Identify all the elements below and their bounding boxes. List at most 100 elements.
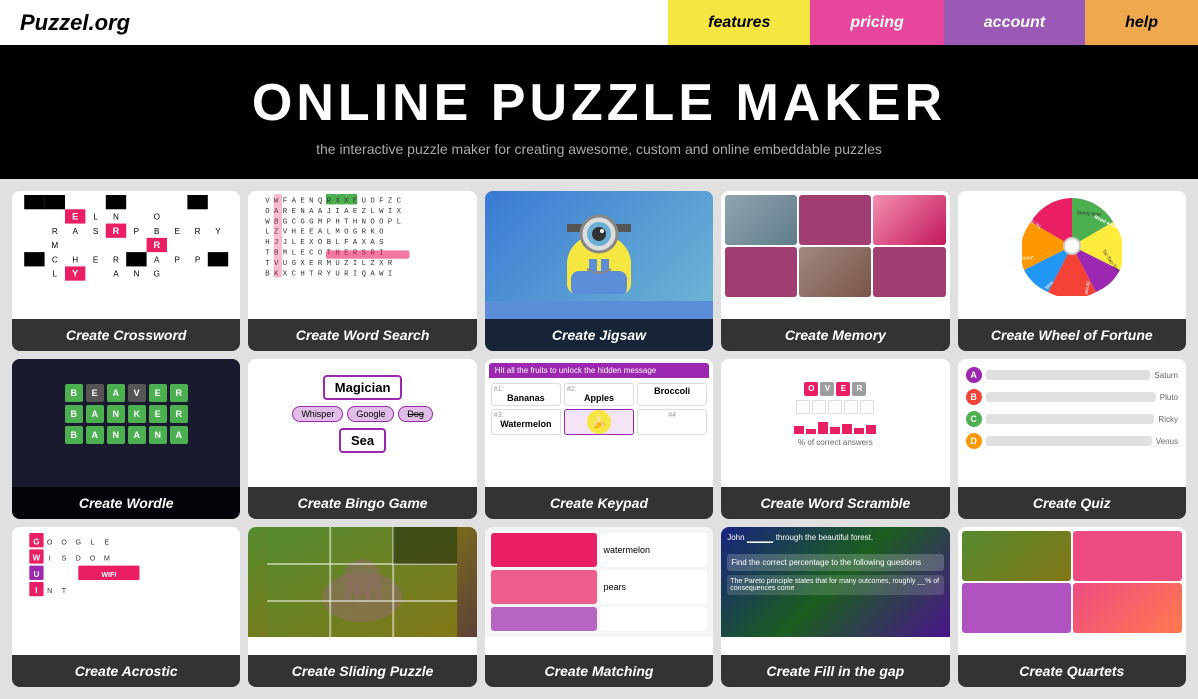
svg-text:R: R xyxy=(113,255,119,264)
puzzle-card-sliding[interactable]: Create Sliding Puzzle xyxy=(248,527,476,687)
svg-text:O: O xyxy=(90,555,96,563)
svg-text:O: O xyxy=(154,212,160,221)
svg-text:B: B xyxy=(154,227,160,236)
puzzle-card-keypad[interactable]: Hit all the fruits to unlock the hidden … xyxy=(485,359,713,519)
svg-text:S: S xyxy=(93,227,99,236)
svg-text:Unload dish: Unload dish xyxy=(1022,254,1034,262)
svg-text:G: G xyxy=(75,538,81,546)
sliding-preview xyxy=(248,527,476,637)
svg-text:WIFI: WIFI xyxy=(101,571,116,579)
quartets-preview xyxy=(958,527,1186,637)
hero-title: ONLINE PUZZLE MAKER xyxy=(20,73,1178,133)
svg-text:M: M xyxy=(51,241,58,250)
svg-text:R: R xyxy=(153,240,160,250)
quiz-label: Create Quiz xyxy=(958,487,1186,519)
svg-text:T V U G X E R M U Z I L Z X R: T V U G X E R M U Z I L Z X R xyxy=(265,260,393,268)
svg-text:N: N xyxy=(113,212,119,221)
svg-text:Y: Y xyxy=(215,227,221,236)
puzzle-card-matching[interactable]: watermelon pears Create Matching xyxy=(485,527,713,687)
svg-text:G: G xyxy=(154,270,160,279)
svg-text:A: A xyxy=(72,227,78,236)
quartets-label: Create Quartets xyxy=(958,655,1186,687)
puzzle-card-bingo[interactable]: Magician Whisper Google Dog Sea Create B… xyxy=(248,359,476,519)
svg-text:R: R xyxy=(52,227,58,236)
logo: Puzzel.org xyxy=(0,10,180,36)
svg-text:O A R E N A A J I A E Z L W I: O A R E N A A J I A E Z L W I X xyxy=(265,208,401,216)
svg-text:H J J L E X O B L F A X A S: H J J L E X O B L F A X A S xyxy=(265,239,384,247)
puzzle-card-wordsearch[interactable]: V W F A E N Q R X X E U O F Z C O A R E … xyxy=(248,191,476,351)
svg-text:R: R xyxy=(113,226,120,236)
hero-banner: ONLINE PUZZLE MAKER the interactive puzz… xyxy=(0,45,1198,179)
svg-text:D: D xyxy=(76,555,81,563)
svg-text:H: H xyxy=(72,255,78,264)
fillgap-label: Create Fill in the gap xyxy=(721,655,949,687)
svg-text:S: S xyxy=(62,555,67,563)
svg-text:E: E xyxy=(72,211,78,221)
svg-text:M: M xyxy=(104,555,110,563)
memory-preview xyxy=(721,191,949,301)
nav-help[interactable]: help xyxy=(1085,0,1198,45)
crossword-preview: E R R Y L N O R A S P B E R Y M C H E R xyxy=(12,191,240,301)
nav-bar: features pricing account help xyxy=(668,0,1198,45)
wordscramble-label: Create Word Scramble xyxy=(721,487,949,519)
nav-features[interactable]: features xyxy=(668,0,810,45)
puzzle-card-wordscramble[interactable]: O V E R % of xyxy=(721,359,949,519)
scramble-preview: O V E R % of xyxy=(721,359,949,469)
wheeloffortune-label: Create Wheel of Fortune xyxy=(958,319,1186,351)
acrostic-label: Create Acrostic xyxy=(12,655,240,687)
puzzle-card-acrostic[interactable]: G O O G L E W I S D O M U WIFI I xyxy=(12,527,240,687)
svg-text:O: O xyxy=(47,538,53,546)
puzzle-card-jigsaw[interactable]: Create Jigsaw xyxy=(485,191,713,351)
svg-text:L: L xyxy=(93,212,98,221)
svg-text:C: C xyxy=(52,255,58,264)
wheel-preview: Read a book family time Tic-Tac-Toe dinn… xyxy=(958,191,1186,301)
puzzle-card-crossword[interactable]: E R R Y L N O R A S P B E R Y M C H E R xyxy=(12,191,240,351)
acrostic-preview: G O O G L E W I S D O M U WIFI I xyxy=(12,527,240,637)
svg-text:A: A xyxy=(113,270,119,279)
wordle-label: Create Wordle xyxy=(12,487,240,519)
matching-preview: watermelon pears xyxy=(485,527,713,637)
wordle-preview: B E A V E R B A N K E R B A N A xyxy=(12,359,240,469)
svg-text:U: U xyxy=(33,570,39,579)
svg-text:E: E xyxy=(174,227,180,236)
puzzle-grid: E R R Y L N O R A S P B E R Y M C H E R xyxy=(0,179,1198,699)
fillgap-preview: John ______ through the beautiful forest… xyxy=(721,527,949,637)
svg-text:I: I xyxy=(49,555,51,563)
svg-text:L Z V H E E A L M O G R K O: L Z V H E E A L M O G R K O xyxy=(265,228,384,236)
svg-text:E: E xyxy=(93,255,99,264)
svg-text:T: T xyxy=(62,587,67,595)
svg-text:I: I xyxy=(35,586,37,595)
svg-text:V W F A E N Q R X X E U O F Z: V W F A E N Q R X X E U O F Z C xyxy=(265,197,401,205)
quiz-preview: A Saturn B Pluto C Ricky D Venus xyxy=(958,359,1186,469)
bingo-label: Create Bingo Game xyxy=(248,487,476,519)
svg-text:L: L xyxy=(53,270,58,279)
bingo-preview: Magician Whisper Google Dog Sea xyxy=(248,359,476,469)
puzzle-card-quiz[interactable]: A Saturn B Pluto C Ricky D Venus Create … xyxy=(958,359,1186,519)
nav-pricing[interactable]: pricing xyxy=(810,0,943,45)
svg-text:L: L xyxy=(91,538,95,546)
nav-account[interactable]: account xyxy=(944,0,1085,45)
svg-text:P: P xyxy=(134,227,140,236)
wordsearch-preview: V W F A E N Q R X X E U O F Z C O A R E … xyxy=(248,191,476,301)
svg-text:P: P xyxy=(195,255,201,264)
svg-text:W B G C G G M P H T H N O O P: W B G C G G M P H T H N O O P L xyxy=(265,218,401,226)
puzzle-card-fillgap[interactable]: John ______ through the beautiful forest… xyxy=(721,527,949,687)
puzzle-card-quartets[interactable]: Create Quartets xyxy=(958,527,1186,687)
sliding-label: Create Sliding Puzzle xyxy=(248,655,476,687)
header: Puzzel.org features pricing account help xyxy=(0,0,1198,45)
puzzle-card-wordle[interactable]: B E A V E R B A N K E R B A N A xyxy=(12,359,240,519)
wordsearch-label: Create Word Search xyxy=(248,319,476,351)
svg-text:N: N xyxy=(133,270,139,279)
puzzle-card-memory[interactable]: Create Memory xyxy=(721,191,949,351)
svg-text:W: W xyxy=(33,554,41,563)
svg-text:Y: Y xyxy=(72,269,78,279)
svg-text:A: A xyxy=(154,255,160,264)
puzzle-card-wheeloffortune[interactable]: Read a book family time Tic-Tac-Toe dinn… xyxy=(958,191,1186,351)
keypad-preview: Hit all the fruits to unlock the hidden … xyxy=(485,359,713,469)
keypad-label: Create Keypad xyxy=(485,487,713,519)
svg-text:G: G xyxy=(33,537,39,546)
matching-label: Create Matching xyxy=(485,655,713,687)
svg-text:B K X C H T R Y U R I Q A W I: B K X C H T R Y U R I Q A W I xyxy=(265,270,392,278)
hero-subtitle: the interactive puzzle maker for creatin… xyxy=(20,141,1178,157)
svg-text:O: O xyxy=(61,538,67,546)
